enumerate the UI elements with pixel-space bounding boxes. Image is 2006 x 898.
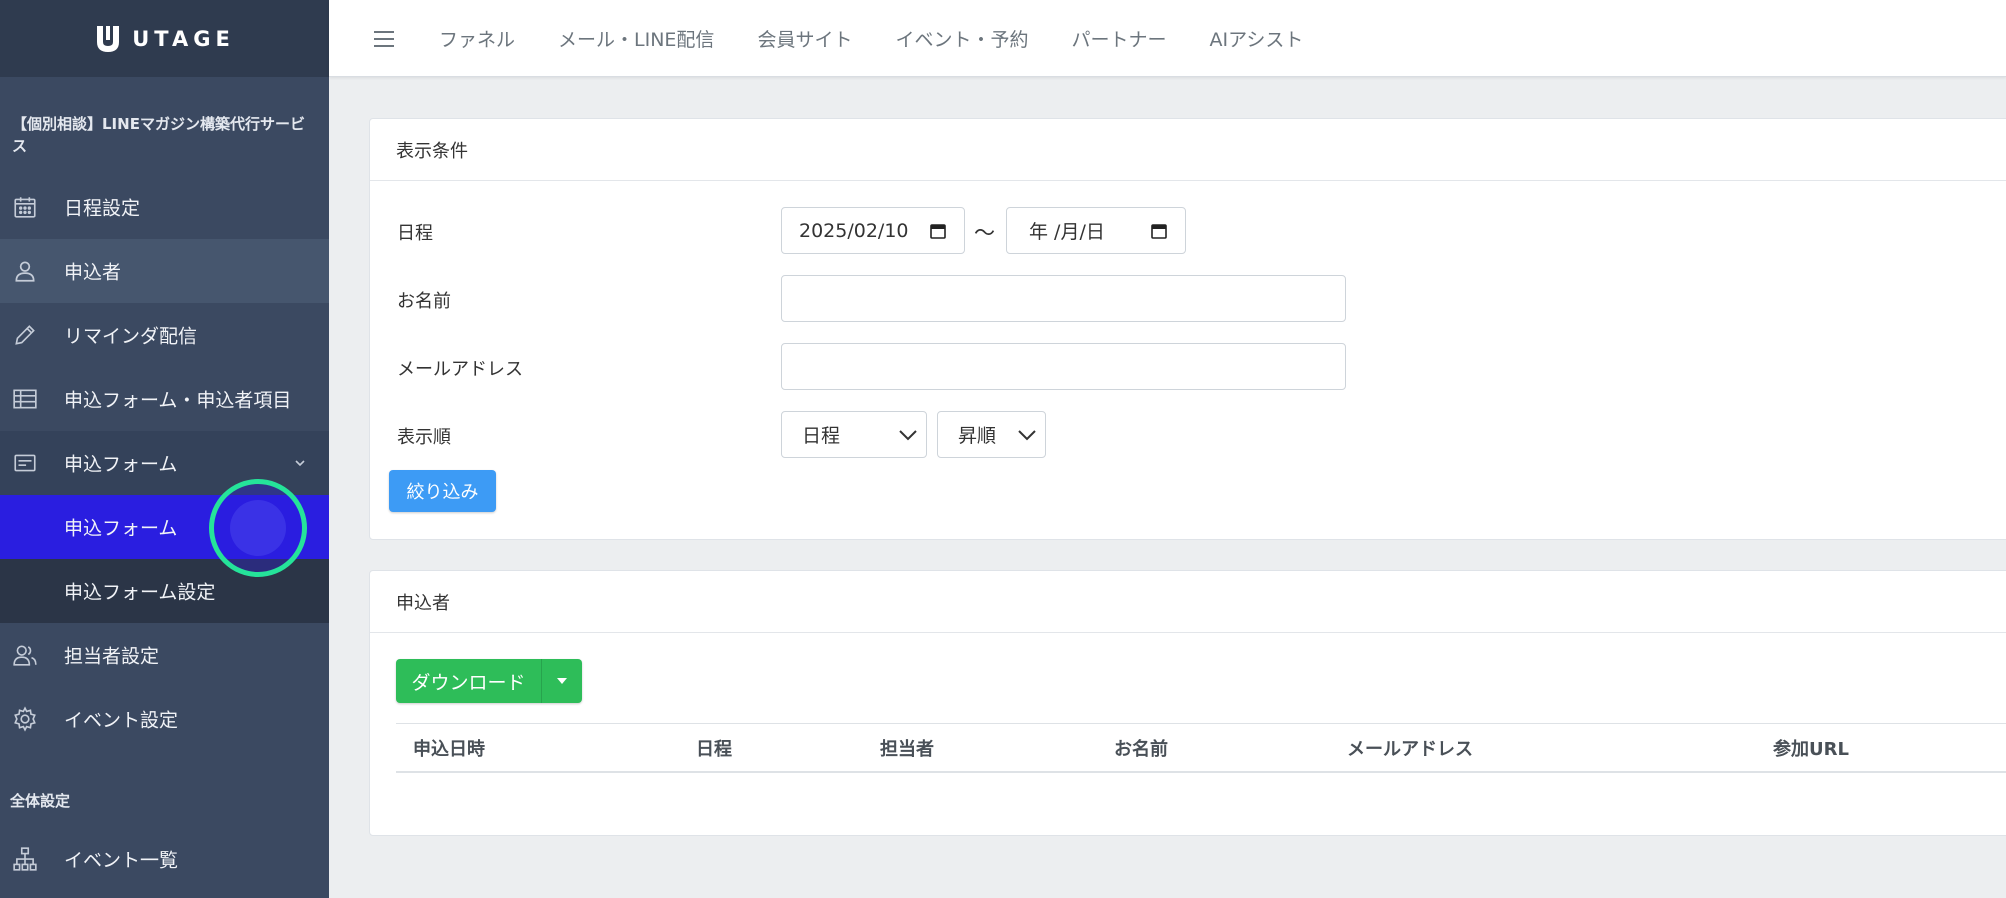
nav-partner[interactable]: パートナー <box>1071 25 1166 52</box>
download-dropdown-toggle[interactable] <box>542 659 582 703</box>
sidebar-item-schedule[interactable]: 日程設定 <box>0 175 329 239</box>
name-input[interactable] <box>781 275 1346 322</box>
sidebar-item-label: 申込フォーム <box>64 453 178 476</box>
hamburger-menu-icon[interactable] <box>373 30 395 48</box>
calendar-icon <box>14 197 36 218</box>
top-nav: ファネル メール・LINE配信 会員サイト イベント・予約 パートナー AIアシ… <box>439 0 1346 77</box>
caret-down-icon <box>557 678 567 684</box>
order-direction-select[interactable]: 昇順 <box>937 411 1046 458</box>
utage-logo-icon <box>97 25 120 52</box>
column-join-url[interactable]: 参加URL <box>1773 735 1849 761</box>
column-name[interactable]: お名前 <box>1114 735 1168 761</box>
sidebar-item-label: リマインダ配信 <box>64 325 198 348</box>
date-range-separator: 〜 <box>974 221 995 245</box>
sidebar: UTAGE 【個別相談】LINEマガジン構築代行サービス 日程設定 申込者 リマ… <box>0 0 329 898</box>
date-from-value: 2025/02/10 <box>799 219 909 242</box>
sidebar-section-global: 全体設定 <box>10 792 71 810</box>
chevron-down-icon <box>899 429 917 440</box>
click-indicator <box>209 479 307 577</box>
nav-ai-assist[interactable]: AIアシスト <box>1209 25 1303 52</box>
email-input[interactable] <box>781 343 1346 390</box>
sidebar-item-event-settings[interactable]: イベント設定 <box>0 687 329 751</box>
user-icon <box>15 261 35 282</box>
sidebar-item-label: イベント設定 <box>64 709 179 732</box>
gear-icon <box>14 706 36 732</box>
sidebar-item-label: 担当者設定 <box>64 645 160 668</box>
download-button[interactable]: ダウンロード <box>396 659 542 703</box>
form-icon <box>14 454 36 472</box>
date-to-input[interactable]: 年 /月/日 <box>1006 207 1186 254</box>
sidebar-item-form-fields[interactable]: 申込フォーム・申込者項目 <box>0 367 329 431</box>
brand-logo[interactable]: UTAGE <box>0 0 329 77</box>
order-direction-value: 昇順 <box>958 425 997 447</box>
filter-submit-button[interactable]: 絞り込み <box>389 470 496 512</box>
download-button-group: ダウンロード <box>396 659 582 703</box>
nav-funnel[interactable]: ファネル <box>439 25 515 52</box>
date-to-placeholder: 年 /月/日 <box>1029 221 1105 243</box>
name-label: お名前 <box>397 291 451 312</box>
sidebar-item-event-list[interactable]: イベント一覧 <box>0 827 329 891</box>
order-field-value: 日程 <box>802 425 841 447</box>
schedule-label: 日程 <box>397 223 433 244</box>
table-icon <box>13 389 37 409</box>
nav-mail-line[interactable]: メール・LINE配信 <box>558 25 714 52</box>
chevron-down-icon <box>295 460 305 467</box>
column-schedule[interactable]: 日程 <box>696 735 732 761</box>
applicants-table-header: 申込日時 日程 担当者 お名前 メールアドレス 参加URL <box>396 723 2006 773</box>
nav-event-booking[interactable]: イベント・予約 <box>895 25 1028 52</box>
sitemap-icon <box>13 847 37 871</box>
sidebar-item-label: 日程設定 <box>64 197 141 220</box>
applicants-card: 申込者 ダウンロード 申込日時 日程 担当者 お名前 メールアドレス 参加URL <box>369 570 2006 836</box>
column-staff[interactable]: 担当者 <box>880 735 934 761</box>
filter-card-title: 表示条件 <box>370 119 2006 181</box>
sidebar-item-reminder[interactable]: リマインダ配信 <box>0 303 329 367</box>
sidebar-item-label: イベント一覧 <box>64 849 179 872</box>
chevron-down-icon <box>1018 429 1036 440</box>
brand-name: UTAGE <box>132 26 235 51</box>
pencil-icon <box>15 325 35 345</box>
column-applied-at[interactable]: 申込日時 <box>413 735 485 761</box>
applicants-card-title: 申込者 <box>370 571 2006 633</box>
topbar: ファネル メール・LINE配信 会員サイト イベント・予約 パートナー AIアシ… <box>329 0 2006 77</box>
email-label: メールアドレス <box>397 359 523 380</box>
calendar-picker-icon[interactable] <box>1151 223 1167 239</box>
order-field-select[interactable]: 日程 <box>781 411 927 458</box>
nav-member-site[interactable]: 会員サイト <box>757 25 852 52</box>
sidebar-item-applicants[interactable]: 申込者 <box>0 239 329 303</box>
sidebar-item-staff[interactable]: 担当者設定 <box>0 623 329 687</box>
sidebar-item-label: 申込フォーム <box>64 517 178 540</box>
calendar-picker-icon[interactable] <box>930 223 946 239</box>
sidebar-item-label: 申込者 <box>64 261 122 284</box>
sidebar-item-label: 申込フォーム設定 <box>64 581 216 604</box>
order-label: 表示順 <box>397 427 451 448</box>
filter-card: 表示条件 日程 2025/02/10 〜 年 /月/日 お名前 メールアドレス … <box>369 118 2006 540</box>
users-icon <box>13 645 37 666</box>
column-email[interactable]: メールアドレス <box>1347 735 1473 761</box>
date-from-input[interactable]: 2025/02/10 <box>781 207 965 254</box>
sidebar-item-label: 申込フォーム・申込者項目 <box>64 389 292 412</box>
